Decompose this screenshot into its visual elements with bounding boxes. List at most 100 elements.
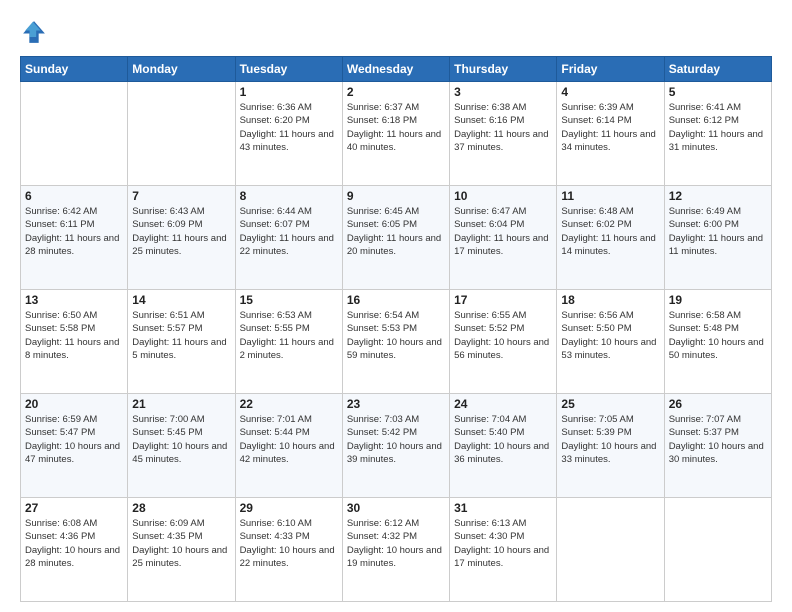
day-number: 8	[240, 189, 338, 203]
day-cell: 30 Sunrise: 6:12 AM Sunset: 4:32 PM Dayli…	[342, 498, 449, 602]
weekday-header-tuesday: Tuesday	[235, 57, 342, 82]
day-number: 24	[454, 397, 552, 411]
day-number: 25	[561, 397, 659, 411]
day-info: Sunrise: 7:07 AM Sunset: 5:37 PM Dayligh…	[669, 413, 767, 466]
day-info: Sunrise: 6:56 AM Sunset: 5:50 PM Dayligh…	[561, 309, 659, 362]
day-number: 11	[561, 189, 659, 203]
day-info: Sunrise: 7:05 AM Sunset: 5:39 PM Dayligh…	[561, 413, 659, 466]
calendar: SundayMondayTuesdayWednesdayThursdayFrid…	[20, 56, 772, 602]
day-number: 21	[132, 397, 230, 411]
day-info: Sunrise: 6:44 AM Sunset: 6:07 PM Dayligh…	[240, 205, 338, 258]
day-number: 15	[240, 293, 338, 307]
day-info: Sunrise: 6:12 AM Sunset: 4:32 PM Dayligh…	[347, 517, 445, 570]
day-cell	[664, 498, 771, 602]
day-number: 7	[132, 189, 230, 203]
day-cell: 26 Sunrise: 7:07 AM Sunset: 5:37 PM Dayli…	[664, 394, 771, 498]
day-info: Sunrise: 6:54 AM Sunset: 5:53 PM Dayligh…	[347, 309, 445, 362]
day-cell: 18 Sunrise: 6:56 AM Sunset: 5:50 PM Dayli…	[557, 290, 664, 394]
day-cell: 20 Sunrise: 6:59 AM Sunset: 5:47 PM Dayli…	[21, 394, 128, 498]
week-row-2: 13 Sunrise: 6:50 AM Sunset: 5:58 PM Dayli…	[21, 290, 772, 394]
weekday-header-wednesday: Wednesday	[342, 57, 449, 82]
week-row-1: 6 Sunrise: 6:42 AM Sunset: 6:11 PM Daylig…	[21, 186, 772, 290]
day-number: 16	[347, 293, 445, 307]
day-cell: 31Sunrise: 6:13 AM Sunset: 4:30 PM Dayli…	[450, 498, 557, 602]
day-number: 2	[347, 85, 445, 99]
day-number: 26	[669, 397, 767, 411]
day-cell: 8 Sunrise: 6:44 AM Sunset: 6:07 PM Daylig…	[235, 186, 342, 290]
weekday-header-friday: Friday	[557, 57, 664, 82]
day-cell: 17 Sunrise: 6:55 AM Sunset: 5:52 PM Dayli…	[450, 290, 557, 394]
day-number: 22	[240, 397, 338, 411]
day-cell: 16 Sunrise: 6:54 AM Sunset: 5:53 PM Dayli…	[342, 290, 449, 394]
day-info: Sunrise: 6:43 AM Sunset: 6:09 PM Dayligh…	[132, 205, 230, 258]
day-info: Sunrise: 6:42 AM Sunset: 6:11 PM Dayligh…	[25, 205, 123, 258]
day-info: Sunrise: 6:50 AM Sunset: 5:58 PM Dayligh…	[25, 309, 123, 362]
day-number: 20	[25, 397, 123, 411]
weekday-header-thursday: Thursday	[450, 57, 557, 82]
day-cell	[557, 498, 664, 602]
day-info: Sunrise: 6:41 AM Sunset: 6:12 PM Dayligh…	[669, 101, 767, 154]
day-info: Sunrise: 7:00 AM Sunset: 5:45 PM Dayligh…	[132, 413, 230, 466]
day-cell: 3Sunrise: 6:38 AM Sunset: 6:16 PM Daylig…	[450, 82, 557, 186]
day-number: 5	[669, 85, 767, 99]
day-number: 31	[454, 501, 552, 515]
day-number: 30	[347, 501, 445, 515]
day-number: 6	[25, 189, 123, 203]
day-cell: 14 Sunrise: 6:51 AM Sunset: 5:57 PM Dayli…	[128, 290, 235, 394]
day-cell: 23Sunrise: 7:03 AM Sunset: 5:42 PM Dayli…	[342, 394, 449, 498]
day-info: Sunrise: 6:37 AM Sunset: 6:18 PM Dayligh…	[347, 101, 445, 154]
day-info: Sunrise: 6:08 AM Sunset: 4:36 PM Dayligh…	[25, 517, 123, 570]
day-number: 1	[240, 85, 338, 99]
day-cell: 9Sunrise: 6:45 AM Sunset: 6:05 PM Daylig…	[342, 186, 449, 290]
week-row-3: 20 Sunrise: 6:59 AM Sunset: 5:47 PM Dayli…	[21, 394, 772, 498]
day-cell: 22 Sunrise: 7:01 AM Sunset: 5:44 PM Dayli…	[235, 394, 342, 498]
day-number: 13	[25, 293, 123, 307]
day-number: 14	[132, 293, 230, 307]
day-info: Sunrise: 6:09 AM Sunset: 4:35 PM Dayligh…	[132, 517, 230, 570]
day-cell: 2 Sunrise: 6:37 AM Sunset: 6:18 PM Daylig…	[342, 82, 449, 186]
day-info: Sunrise: 7:01 AM Sunset: 5:44 PM Dayligh…	[240, 413, 338, 466]
day-cell: 25 Sunrise: 7:05 AM Sunset: 5:39 PM Dayli…	[557, 394, 664, 498]
day-cell	[128, 82, 235, 186]
day-cell: 13 Sunrise: 6:50 AM Sunset: 5:58 PM Dayli…	[21, 290, 128, 394]
day-info: Sunrise: 6:48 AM Sunset: 6:02 PM Dayligh…	[561, 205, 659, 258]
day-info: Sunrise: 6:36 AM Sunset: 6:20 PM Dayligh…	[240, 101, 338, 154]
day-info: Sunrise: 7:04 AM Sunset: 5:40 PM Dayligh…	[454, 413, 552, 466]
day-cell: 6 Sunrise: 6:42 AM Sunset: 6:11 PM Daylig…	[21, 186, 128, 290]
day-info: Sunrise: 6:51 AM Sunset: 5:57 PM Dayligh…	[132, 309, 230, 362]
day-cell: 28 Sunrise: 6:09 AM Sunset: 4:35 PM Dayli…	[128, 498, 235, 602]
weekday-header-sunday: Sunday	[21, 57, 128, 82]
day-number: 9	[347, 189, 445, 203]
day-info: Sunrise: 6:39 AM Sunset: 6:14 PM Dayligh…	[561, 101, 659, 154]
day-info: Sunrise: 6:49 AM Sunset: 6:00 PM Dayligh…	[669, 205, 767, 258]
day-cell: 19Sunrise: 6:58 AM Sunset: 5:48 PM Dayli…	[664, 290, 771, 394]
day-number: 17	[454, 293, 552, 307]
weekday-header-monday: Monday	[128, 57, 235, 82]
day-cell: 11 Sunrise: 6:48 AM Sunset: 6:02 PM Dayli…	[557, 186, 664, 290]
day-info: Sunrise: 6:47 AM Sunset: 6:04 PM Dayligh…	[454, 205, 552, 258]
day-cell: 27 Sunrise: 6:08 AM Sunset: 4:36 PM Dayli…	[21, 498, 128, 602]
week-row-4: 27 Sunrise: 6:08 AM Sunset: 4:36 PM Dayli…	[21, 498, 772, 602]
page: SundayMondayTuesdayWednesdayThursdayFrid…	[0, 0, 792, 612]
weekday-header-row: SundayMondayTuesdayWednesdayThursdayFrid…	[21, 57, 772, 82]
logo-icon	[20, 18, 48, 46]
day-cell: 21 Sunrise: 7:00 AM Sunset: 5:45 PM Dayli…	[128, 394, 235, 498]
day-number: 4	[561, 85, 659, 99]
weekday-header-saturday: Saturday	[664, 57, 771, 82]
day-number: 10	[454, 189, 552, 203]
day-info: Sunrise: 6:55 AM Sunset: 5:52 PM Dayligh…	[454, 309, 552, 362]
day-number: 18	[561, 293, 659, 307]
day-number: 29	[240, 501, 338, 515]
day-number: 19	[669, 293, 767, 307]
day-info: Sunrise: 6:53 AM Sunset: 5:55 PM Dayligh…	[240, 309, 338, 362]
day-cell: 29 Sunrise: 6:10 AM Sunset: 4:33 PM Dayli…	[235, 498, 342, 602]
day-info: Sunrise: 6:59 AM Sunset: 5:47 PM Dayligh…	[25, 413, 123, 466]
day-info: Sunrise: 6:10 AM Sunset: 4:33 PM Dayligh…	[240, 517, 338, 570]
day-cell: 4 Sunrise: 6:39 AM Sunset: 6:14 PM Daylig…	[557, 82, 664, 186]
day-number: 3	[454, 85, 552, 99]
day-number: 28	[132, 501, 230, 515]
day-info: Sunrise: 7:03 AM Sunset: 5:42 PM Dayligh…	[347, 413, 445, 466]
week-row-0: 1 Sunrise: 6:36 AM Sunset: 6:20 PM Daylig…	[21, 82, 772, 186]
day-cell: 24 Sunrise: 7:04 AM Sunset: 5:40 PM Dayli…	[450, 394, 557, 498]
day-number: 27	[25, 501, 123, 515]
